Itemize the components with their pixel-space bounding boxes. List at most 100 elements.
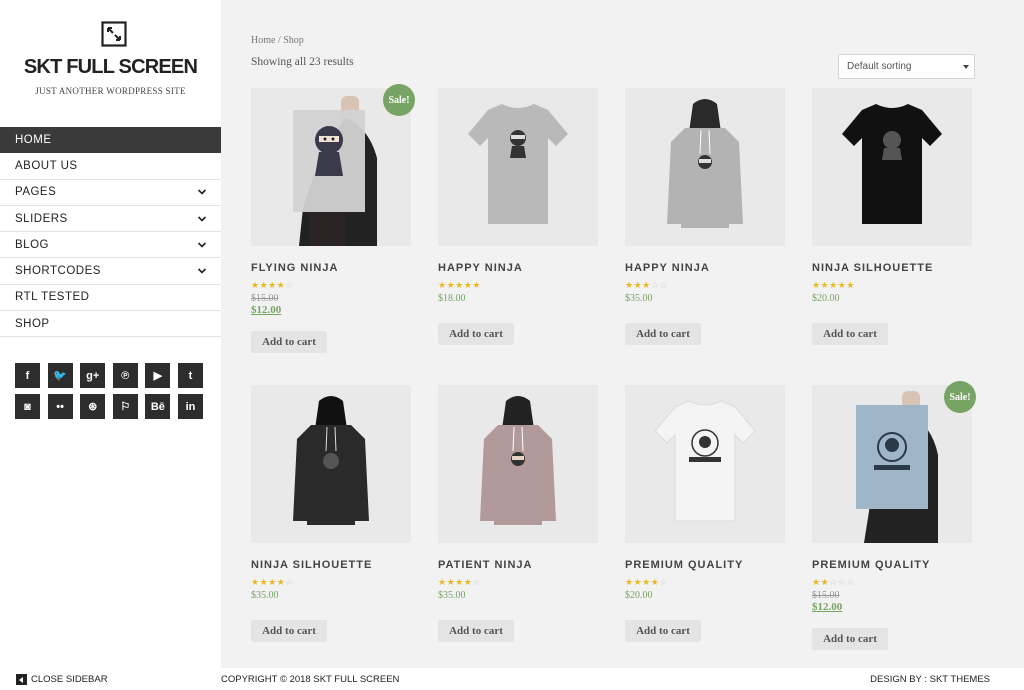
product-image[interactable] (251, 385, 411, 543)
behance-icon[interactable]: Bē (145, 394, 171, 419)
pinterest-icon[interactable]: ℗ (112, 363, 138, 388)
product-card[interactable]: HAPPY NINJA ★★★★★ $18.00 Add to cart (438, 88, 598, 345)
add-to-cart-button[interactable]: Add to cart (438, 620, 514, 642)
breadcrumb[interactable]: Home / Shop (251, 35, 304, 46)
product-title[interactable]: PREMIUM QUALITY (625, 559, 743, 571)
star-icon: ★ (251, 577, 260, 587)
star-icon: ★ (455, 280, 464, 290)
star-icon: ★ (820, 577, 830, 587)
facebook-icon[interactable]: f (15, 363, 40, 388)
nav-item-pages[interactable]: PAGES (0, 180, 221, 206)
add-to-cart-button[interactable]: Add to cart (812, 323, 888, 345)
twitter-icon[interactable]: 🐦 (47, 363, 73, 388)
nav-item-about-us[interactable]: ABOUT US (0, 153, 221, 180)
chevron-down-icon[interactable] (197, 240, 207, 250)
product-card[interactable]: HAPPY NINJA ★★★☆☆ $35.00 Add to cart (625, 88, 785, 345)
star-icon: ★ (812, 280, 821, 290)
site-tagline: JUST ANOTHER WORDPRESS SITE (35, 86, 186, 96)
product-title[interactable]: NINJA SILHOUETTE (251, 559, 372, 571)
star-rating: ★★★★☆ (438, 577, 481, 587)
add-to-cart-button[interactable]: Add to cart (625, 323, 701, 345)
star-icon: ★ (642, 577, 651, 587)
youtube-icon[interactable]: ▶ (145, 363, 171, 388)
product-image[interactable] (438, 88, 598, 246)
star-icon: ★ (268, 280, 277, 290)
star-icon: ★ (455, 577, 464, 587)
sorting-select[interactable]: Default sorting (838, 54, 975, 79)
product-title[interactable]: PREMIUM QUALITY (812, 559, 930, 571)
chevron-down-icon[interactable] (197, 266, 207, 276)
nav-item-blog[interactable]: BLOG (0, 232, 221, 259)
add-to-cart-button[interactable]: Add to cart (438, 323, 514, 345)
star-icon: ☆ (285, 280, 294, 290)
star-icon: ★ (268, 577, 277, 587)
fullscreen-logo-icon[interactable] (101, 21, 127, 47)
add-to-cart-button[interactable]: Add to cart (625, 620, 701, 642)
product-title[interactable]: HAPPY NINJA (625, 262, 710, 274)
product-card[interactable]: Sale! PREMIUM QUALITY ★★☆☆☆ $15.00 $12.00 Add… (812, 381, 976, 650)
nav-item-sliders[interactable]: SLIDERS (0, 206, 221, 233)
star-icon: ★ (438, 280, 447, 290)
linkedin-icon[interactable]: in (177, 394, 203, 419)
nav-item-label: RTL TESTED (15, 291, 90, 304)
product-price: $35.00 (438, 590, 466, 601)
product-image[interactable] (251, 88, 411, 246)
product-price: $18.00 (438, 293, 466, 304)
tumblr-icon[interactable]: t (177, 363, 203, 388)
product-price: $12.00 (251, 304, 282, 316)
chevron-down-icon[interactable] (197, 214, 207, 224)
star-icon: ★ (642, 280, 651, 290)
star-icon: ★ (446, 280, 456, 290)
instagram-icon[interactable]: ◙ (15, 394, 40, 419)
nav-item-home[interactable]: HOME (0, 127, 221, 154)
star-rating: ★★★★☆ (251, 280, 294, 290)
product-image[interactable] (812, 385, 972, 543)
site-title[interactable]: SKT FULL SCREEN (0, 56, 221, 79)
product-title[interactable]: PATIENT NINJA (438, 559, 533, 571)
add-to-cart-button[interactable]: Add to cart (251, 620, 327, 642)
close-sidebar-label: CLOSE SIDEBAR (31, 674, 108, 685)
star-icon: ★ (829, 280, 838, 290)
star-icon: ★ (438, 577, 447, 587)
nav-item-label: SHOP (15, 317, 50, 330)
product-image[interactable] (625, 88, 785, 246)
product-image[interactable] (438, 385, 598, 543)
foursquare-icon[interactable]: ⚐ (112, 394, 138, 419)
product-card[interactable]: NINJA SILHOUETTE ★★★★★ $20.00 Add to cart (812, 88, 972, 345)
star-icon: ☆ (472, 577, 481, 587)
result-count: Showing all 23 results (251, 56, 354, 68)
star-icon: ☆ (659, 577, 668, 587)
product-title[interactable]: HAPPY NINJA (438, 262, 523, 274)
product-card[interactable]: PATIENT NINJA ★★★★☆ $35.00 Add to cart (438, 385, 598, 642)
star-icon: ★ (633, 577, 643, 587)
regular-price: $15.00 (812, 590, 840, 601)
product-title[interactable]: NINJA SILHOUETTE (812, 262, 933, 274)
product-card[interactable]: Sale! FLYING NINJA ★★★★☆ $15.00 $12.00 Add to… (251, 84, 415, 353)
social-links: f 🐦 g+ ℗ ▶ t ◙ •• ⊛ ⚐ Bē in (15, 363, 205, 419)
dribbble-icon[interactable]: ⊛ (80, 394, 106, 419)
nav-item-shortcodes[interactable]: SHORTCODES (0, 258, 221, 285)
nav-item-label: ABOUT US (15, 159, 78, 172)
product-card[interactable]: PREMIUM QUALITY ★★★★☆ $20.00 Add to cart (625, 385, 785, 642)
star-icon: ★ (472, 280, 481, 290)
close-sidebar-button[interactable]: CLOSE SIDEBAR (16, 674, 108, 685)
nav-item-rtl-tested[interactable]: RTL TESTED (0, 285, 221, 312)
star-rating: ★★★☆☆ (625, 280, 668, 290)
chevron-down-icon[interactable] (197, 187, 207, 197)
product-image[interactable] (812, 88, 972, 246)
main-nav: HOME ABOUT US PAGES SLIDERS BLOG SHORTCO… (0, 127, 221, 338)
flickr-icon[interactable]: •• (47, 394, 73, 419)
google-plus-icon[interactable]: g+ (80, 363, 106, 388)
star-icon: ☆ (829, 577, 838, 587)
design-credit[interactable]: DESIGN BY : SKT THEMES (870, 674, 990, 685)
product-title[interactable]: FLYING NINJA (251, 262, 338, 274)
star-icon: ☆ (285, 577, 294, 587)
product-image[interactable] (625, 385, 785, 543)
sale-badge: Sale! (383, 84, 415, 116)
add-to-cart-button[interactable]: Add to cart (251, 331, 327, 353)
nav-item-shop[interactable]: SHOP (0, 311, 221, 338)
nav-item-label: BLOG (15, 238, 49, 251)
product-card[interactable]: NINJA SILHOUETTE ★★★★☆ $35.00 Add to cart (251, 385, 411, 642)
add-to-cart-button[interactable]: Add to cart (812, 628, 888, 650)
product-price: $12.00 (812, 601, 843, 613)
